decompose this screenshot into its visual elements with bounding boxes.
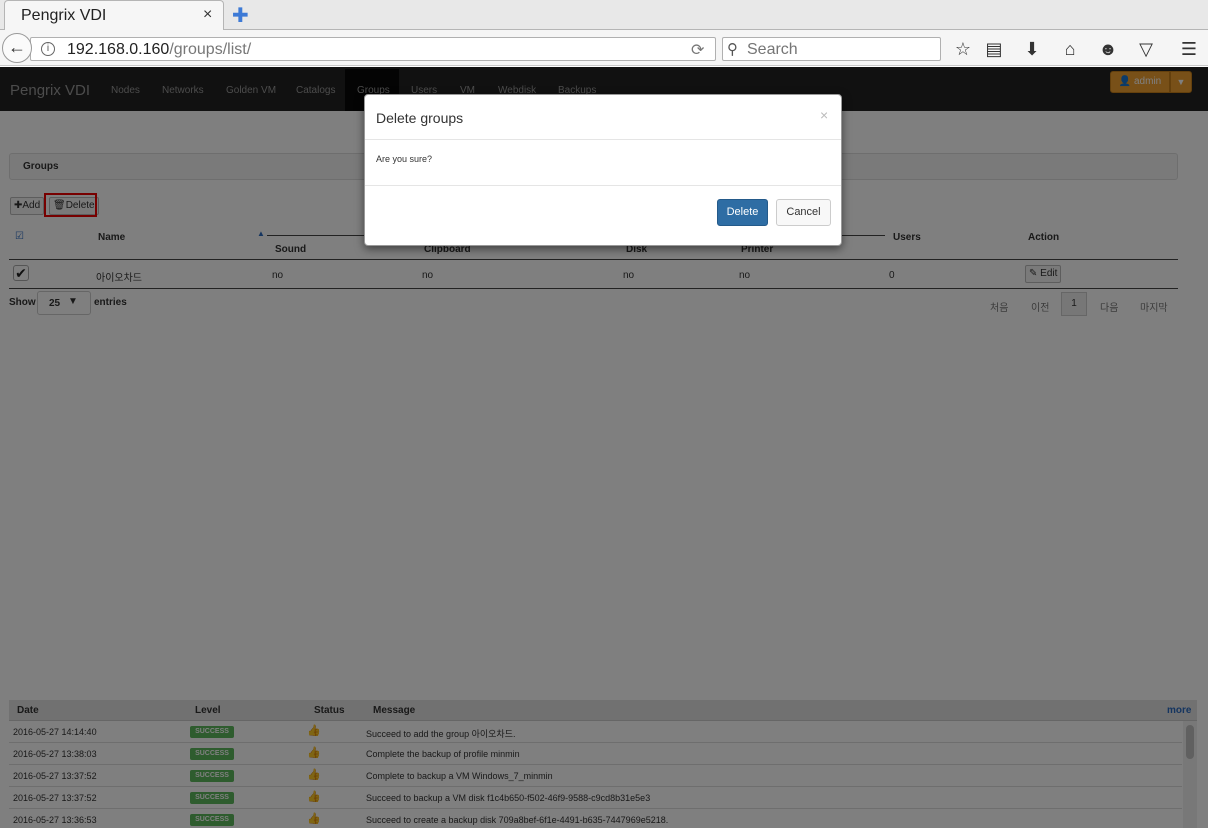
- modal-header: Delete groups ×: [365, 95, 841, 140]
- download-icon[interactable]: ⬇: [1021, 39, 1043, 59]
- bookmark-star-icon[interactable]: ☆: [952, 39, 974, 59]
- smiley-icon[interactable]: ☻: [1097, 39, 1119, 59]
- pocket-icon[interactable]: ▽: [1135, 39, 1157, 59]
- menu-icon[interactable]: ☰: [1178, 39, 1200, 59]
- close-icon[interactable]: ×: [820, 107, 828, 123]
- search-input[interactable]: [747, 41, 937, 59]
- url-path: /groups/list/: [169, 41, 252, 58]
- search-box[interactable]: ⚲: [722, 37, 941, 61]
- reload-icon[interactable]: ⟳: [691, 40, 704, 60]
- url-bar[interactable]: i 192.168.0.160/groups/list/ ⟳: [30, 37, 716, 61]
- home-icon[interactable]: ⌂: [1059, 39, 1081, 59]
- tab-close-icon[interactable]: ×: [203, 6, 212, 24]
- info-icon[interactable]: i: [41, 42, 55, 56]
- browser-toolbar: i 192.168.0.160/groups/list/ ⟳ ← ⚲ ☆ ▤ ⬇…: [0, 30, 1208, 66]
- confirm-delete-button[interactable]: Delete: [717, 199, 768, 226]
- new-tab-icon[interactable]: ✚: [232, 3, 249, 28]
- search-icon: ⚲: [727, 41, 738, 58]
- modal-title: Delete groups: [376, 110, 464, 126]
- browser-tab[interactable]: Pengrix VDI ×: [4, 0, 224, 30]
- tab-title: Pengrix VDI: [21, 7, 107, 24]
- modal-body: Are you sure?: [365, 140, 841, 186]
- browser-tab-bar: Pengrix VDI × ✚: [0, 0, 1208, 30]
- cancel-button[interactable]: Cancel: [776, 199, 831, 226]
- url-host: 192.168.0.160: [67, 41, 170, 58]
- delete-groups-dialog: Delete groups × Are you sure? Delete Can…: [364, 94, 842, 246]
- reading-list-icon[interactable]: ▤: [983, 39, 1005, 59]
- confirm-message: Are you sure?: [376, 154, 433, 164]
- back-arrow-icon[interactable]: ←: [2, 33, 32, 63]
- url-text: 192.168.0.160/groups/list/: [67, 41, 251, 59]
